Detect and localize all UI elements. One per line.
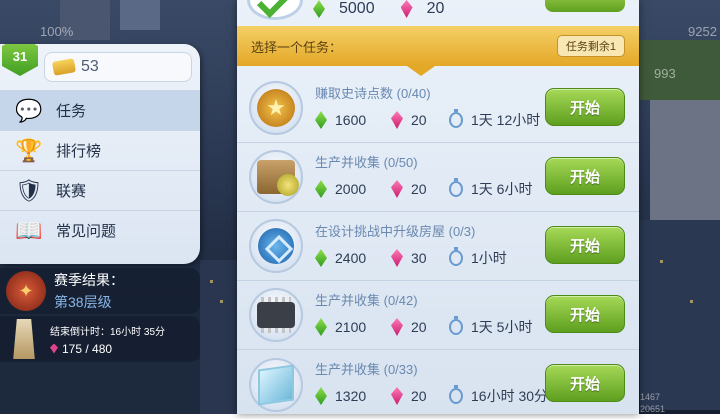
pink-reward-icon [391,111,403,129]
task-header: 选择一个任务： 任务剩余1 [237,26,639,76]
task-pink-value: 20 [411,181,427,197]
season-level: 第38层级 [54,294,112,310]
pink-reward-icon [391,387,403,405]
task-row: 在设计挑战中升级房屋 (0/3) 2400 30 1小时 开始 [237,212,639,281]
sidebar-item-faq[interactable]: 📖 常见问题 [0,210,200,250]
timer-icon [449,109,463,128]
task-green-value: 2100 [335,319,367,335]
green-reward-icon [315,318,327,336]
sidebar: 31 53 💬 任务 🏆 排行榜 🛡 联赛 📖 常见问题 [0,44,200,264]
task-row: 生产并收集 (0/42) 2100 20 1天 5小时 开始 [237,281,639,350]
pink-reward-icon [391,249,403,267]
season-title: 赛季结果： [54,272,124,288]
timer-icon [449,247,463,266]
task-time: 16小时 30分 [471,388,549,404]
bg-percent-text: 100% [40,24,74,39]
green-reward-icon [313,0,325,18]
shield-icon: 🛡 [15,177,43,203]
timer-icon [449,385,463,404]
bg-number-top: 9252 [688,24,717,39]
countdown-progress: 175 / 480 [50,342,165,356]
countdown-progress-value: 175 / 480 [62,341,113,356]
season-emblem-icon: ✦ [6,271,46,311]
sidebar-item-label: 排行榜 [56,143,102,160]
previous-task-row: 5000 20 [237,0,639,22]
previous-pink-value: 20 [426,0,445,17]
start-button[interactable]: 开始 [545,88,625,126]
task-header-title: 选择一个任务： [251,39,343,55]
task-row: 生产并收集 (0/33) 1320 20 16小时 30分 开始 [237,350,639,419]
start-button[interactable]: 开始 [545,226,625,264]
sidebar-item-leaderboard[interactable]: 🏆 排行榜 [0,130,200,170]
task-time: 1天 12小时 [471,112,541,128]
ticket-count: 53 [81,58,99,75]
sidebar-item-tasks[interactable]: 💬 任务 [0,90,200,130]
task-icon: 💬 [15,97,43,123]
task-green-value: 2000 [335,181,367,197]
green-reward-icon [315,249,327,267]
ticket-counter: 53 [44,52,192,82]
green-reward-icon [315,180,327,198]
gem-icon [50,343,58,354]
task-name: 生产并收集 (0/42) [315,293,418,308]
bg-number-bottom-1: 1467 [640,392,661,402]
task-name: 生产并收集 (0/33) [315,362,418,377]
sidebar-item-league[interactable]: 🛡 联赛 [0,170,200,210]
task-panel: 5000 20 选择一个任务： 任务剩余1 ★ 赚取史诗点数 (0/40) 16… [237,0,639,414]
task-green-value: 1320 [335,388,367,404]
task-time: 1天 6小时 [471,181,533,197]
task-name: 生产并收集 (0/50) [315,155,418,170]
task-pink-value: 20 [411,388,427,404]
bg-number-mid: 993 [654,66,676,81]
crate-icon [249,150,303,204]
task-green-value: 2400 [335,250,367,266]
pink-reward-icon [400,0,413,18]
task-time: 1天 5小时 [471,319,533,335]
task-row: 生产并收集 (0/50) 2000 20 1天 6小时 开始 [237,143,639,212]
task-name: 在设计挑战中升级房屋 (0/3) [315,224,476,239]
tower-icon [13,319,35,359]
task-pink-value: 20 [411,319,427,335]
glass-icon [249,357,303,412]
countdown-label: 结束倒计时：16小时 35分 [50,326,166,338]
green-reward-icon [315,387,327,405]
previous-green-value: 5000 [339,0,375,17]
star-medal-icon: ★ [249,81,303,135]
trophy-icon: 🏆 [15,137,43,163]
pink-reward-icon [391,318,403,336]
start-button[interactable]: 开始 [545,295,625,333]
timer-icon [449,178,463,197]
start-button[interactable]: 开始 [545,364,625,402]
task-time: 1小时 [471,250,507,266]
ticket-icon [51,58,77,76]
task-pink-value: 30 [411,250,427,266]
chip-icon [249,288,303,342]
sidebar-item-label: 联赛 [56,183,87,200]
start-button[interactable]: 开始 [545,157,625,195]
green-reward-icon [315,111,327,129]
season-result-panel[interactable]: ✦ 赛季结果： 第38层级 [0,268,200,314]
tasks-remaining-badge: 任务剩余1 [556,35,625,57]
task-green-value: 1600 [335,112,367,128]
level-badge: 31 [2,44,38,76]
task-name: 赚取史诗点数 (0/40) [315,86,431,101]
task-row: ★ 赚取史诗点数 (0/40) 1600 20 1天 12小时 开始 [237,74,639,143]
help-book-icon: 📖 [15,217,43,243]
sidebar-item-label: 任务 [56,103,87,120]
timer-icon [449,316,463,335]
bg-number-bottom-2: 20651 [640,404,666,414]
sidebar-item-label: 常见问题 [56,223,117,240]
countdown-panel[interactable]: 结束倒计时：16小时 35分 175 / 480 [0,316,200,362]
previous-start-button[interactable] [545,0,625,12]
task-pink-value: 20 [411,112,427,128]
pink-reward-icon [391,180,403,198]
design-coin-icon [249,219,303,273]
